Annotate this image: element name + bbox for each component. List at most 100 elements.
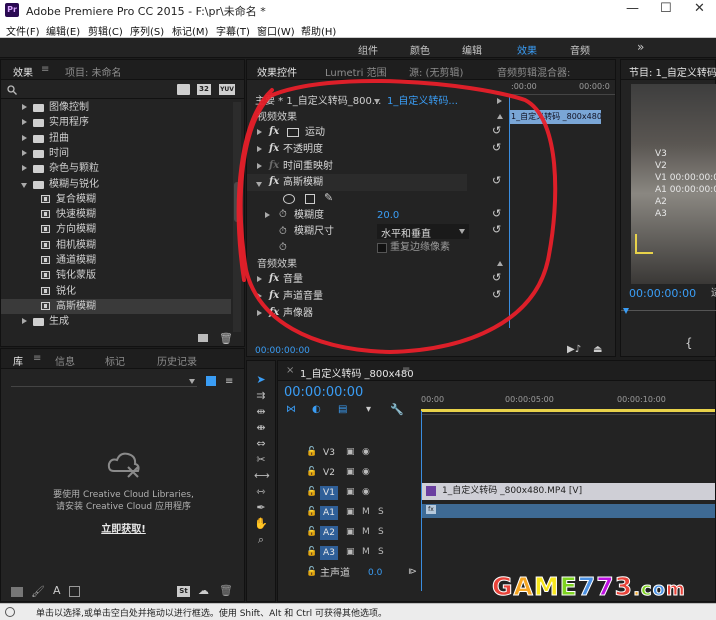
text-style-icon[interactable]: A [53, 584, 61, 597]
track-solo-button[interactable]: S [378, 507, 384, 517]
tab-markers[interactable]: 标记 [105, 353, 125, 368]
rectangle-mask-icon[interactable] [305, 194, 315, 204]
tab-audio-clip-mixer[interactable]: 音频剪辑混合器: [497, 64, 570, 79]
effects-tree-item[interactable]: 相机模糊 [1, 238, 231, 253]
gaussian-blur-fx-icon[interactable]: fx [269, 176, 279, 187]
list-view-icon[interactable]: ≡ [225, 376, 233, 387]
snap-icon[interactable]: ⋈ [286, 404, 296, 415]
menu-clip[interactable]: 剪辑(C) [88, 23, 123, 38]
track-header-v2[interactable]: 🔓 V2 ▣ ◉ [278, 463, 715, 483]
ripple-edit-tool-icon[interactable]: ⇹ [254, 405, 268, 419]
hand-tool-icon[interactable]: ✋ [254, 517, 268, 531]
time-remap-expand-icon[interactable] [257, 163, 262, 169]
effects-tree-item[interactable]: 扭曲 [1, 131, 231, 146]
effect-volume-label[interactable]: 音量 [283, 272, 303, 287]
channel-volume-fx-icon[interactable]: fx [269, 290, 279, 301]
track-mute-button[interactable]: M [362, 547, 370, 557]
close-button[interactable]: ✕ [694, 1, 705, 16]
track-lock-icon[interactable]: 🔓 [306, 447, 317, 457]
master-go-end-icon[interactable]: ⧐ [408, 567, 417, 577]
motion-expand-icon[interactable] [257, 129, 262, 135]
ec-timecode[interactable]: 00:00:00:00 [255, 344, 310, 359]
delete-icon[interactable]: 🗑 [219, 332, 233, 345]
track-eye-icon[interactable]: ◉ [362, 487, 370, 497]
32bit-effects-icon[interactable]: 32 [197, 84, 211, 95]
track-mute-button[interactable]: M [362, 527, 370, 537]
new-bin-icon[interactable] [198, 334, 208, 342]
menu-window[interactable]: 窗口(W) [257, 23, 295, 38]
tab-source[interactable]: 源: (无剪辑) [409, 64, 463, 79]
menu-file[interactable]: 文件(F) [6, 23, 40, 38]
volume-fx-icon[interactable]: fx [269, 273, 279, 284]
track-select-tool-icon[interactable]: ⇉ [254, 389, 268, 403]
effects-tree-item[interactable]: 模糊与锐化 [1, 177, 231, 192]
expand-icon[interactable] [22, 134, 27, 141]
menu-sequence[interactable]: 序列(S) [130, 23, 164, 38]
effect-channel-volume-label[interactable]: 声道音量 [283, 289, 323, 304]
motion-transform-icon[interactable] [287, 128, 299, 137]
effects-tree-item[interactable]: 时间 [1, 146, 231, 161]
track-sync-lock-icon[interactable]: ▣ [346, 507, 355, 517]
tab-libraries[interactable]: 库 [13, 353, 23, 368]
blur-amount-reset-icon[interactable]: ↺ [492, 207, 501, 220]
tab-info[interactable]: 信息 [55, 353, 75, 368]
channel-volume-expand-icon[interactable] [257, 293, 262, 299]
tab-lumetri-scopes[interactable]: Lumetri 范围 [325, 64, 387, 79]
track-mute-button[interactable]: M [362, 507, 370, 517]
tab-sequence[interactable]: 1_自定义转码 _800x480 [300, 365, 414, 380]
track-target-label[interactable]: V3 [320, 446, 338, 460]
marker-icon[interactable]: ▾ [366, 404, 371, 415]
timeline-timecode[interactable]: 00:00:00:00 [284, 385, 363, 400]
master-volume-value[interactable]: 0.0 [368, 566, 382, 581]
adobe-stock-icon[interactable]: St [177, 586, 190, 597]
ellipse-mask-icon[interactable] [283, 194, 295, 204]
track-eye-icon[interactable]: ◉ [362, 447, 370, 457]
workspace-effects[interactable]: 效果 [517, 42, 537, 57]
search-icon[interactable] [7, 85, 17, 95]
track-sync-lock-icon[interactable]: ▣ [346, 487, 355, 497]
master-clip-dropdown-icon[interactable] [374, 99, 380, 104]
blur-dimensions-stopwatch-icon[interactable]: ⏱ [279, 226, 287, 237]
timeline-ruler[interactable]: 00:00 00:00:05:00 00:00:10:00 [421, 385, 715, 415]
timeline-tab-close-icon[interactable]: × [286, 365, 294, 376]
tab-project[interactable]: 项目: 未命名 [65, 64, 122, 79]
gaussian-blur-reset-icon[interactable]: ↺ [492, 174, 501, 187]
workspace-audio[interactable]: 音频 [570, 42, 590, 57]
effects-tree-item[interactable]: 实用程序 [1, 115, 231, 130]
program-monitor-title[interactable]: 节目: 1_自定义转码 [629, 64, 716, 79]
track-lock-icon[interactable]: 🔓 [306, 527, 317, 537]
pen-tool-icon[interactable]: ✒ [254, 501, 268, 515]
blur-amount-expand-icon[interactable] [265, 212, 270, 218]
effect-opacity-label[interactable]: 不透明度 [283, 142, 323, 157]
library-select[interactable] [11, 375, 197, 387]
gaussian-blur-collapse-icon[interactable] [256, 182, 262, 187]
effects-tree-item[interactable]: 高斯模糊 [1, 298, 231, 314]
maximize-button[interactable]: ☐ [660, 1, 672, 16]
master-clip-label[interactable]: 主要 * 1_自定义转码_800... [255, 94, 381, 109]
accelerated-effects-icon[interactable] [177, 84, 190, 95]
tab-effect-controls[interactable]: 效果控件 [257, 64, 297, 79]
effects-tree-item[interactable]: 钝化蒙版 [1, 268, 231, 283]
zoom-tool-icon[interactable]: ⌕ [254, 533, 268, 547]
repeat-edge-checkbox[interactable] [377, 243, 387, 253]
pen-mask-icon[interactable]: ✎ [324, 191, 333, 204]
workspace-editing[interactable]: 编辑 [462, 42, 482, 57]
effect-motion-label[interactable]: 运动 [305, 125, 325, 140]
slip-tool-icon[interactable]: ⟷ [254, 469, 270, 483]
graphic-icon[interactable] [69, 586, 80, 597]
ec-playhead[interactable] [509, 96, 510, 328]
track-header-v3[interactable]: 🔓 V3 ▣ ◉ [278, 443, 715, 463]
work-area-bar[interactable] [421, 409, 715, 412]
wrench-icon[interactable]: 🔧 [390, 403, 404, 416]
slide-tool-icon[interactable]: ⇿ [254, 485, 268, 499]
track-solo-button[interactable]: S [378, 547, 384, 557]
opacity-expand-icon[interactable] [257, 146, 262, 152]
repeat-edge-stopwatch-icon[interactable]: ⏱ [279, 242, 287, 253]
video-clip[interactable]: 1_自定义转码 _800x480.MP4 [V] [422, 483, 715, 500]
expand-icon[interactable] [22, 149, 27, 156]
expand-icon[interactable] [22, 318, 27, 325]
workspace-assembly[interactable]: 组件 [358, 42, 378, 57]
panner-expand-icon[interactable] [257, 310, 262, 316]
grid-view-icon[interactable] [206, 376, 216, 386]
expand-icon[interactable] [22, 165, 27, 172]
